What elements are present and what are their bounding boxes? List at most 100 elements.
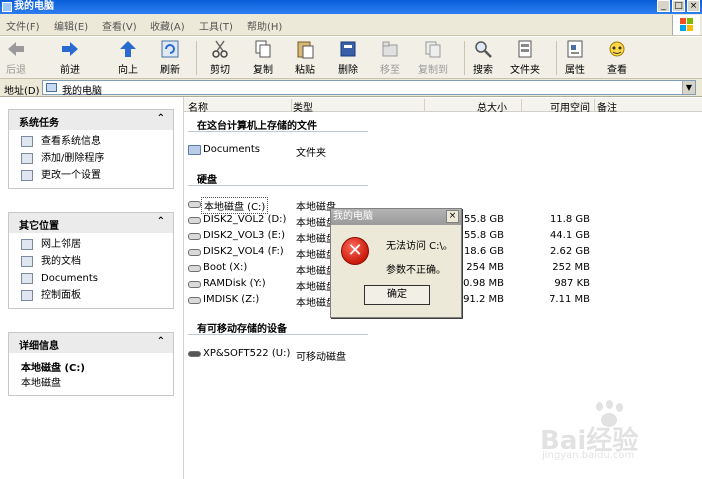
group-removable: 有可移动存储的设备: [197, 324, 287, 335]
place-my-documents[interactable]: 我的文档: [9, 253, 173, 270]
system-tasks-panel: 系统任务 ⌃ 查看系统信息 添加/删除程序 更改一个设置: [8, 109, 174, 189]
view-button[interactable]: 查看: [607, 39, 627, 76]
menu-favorites[interactable]: 收藏(A): [150, 18, 185, 33]
dialog-title: 我的电脑: [333, 211, 373, 222]
column-name[interactable]: 名称: [188, 99, 292, 114]
menu-file[interactable]: 文件(F): [6, 18, 40, 33]
column-type[interactable]: 类型: [293, 99, 425, 114]
place-control-panel[interactable]: 控制面板: [9, 287, 173, 304]
toolbar-separator: [196, 41, 197, 75]
details-type: 本地磁盘: [21, 378, 61, 389]
place-documents[interactable]: Documents: [9, 270, 173, 287]
up-arrow-icon: [118, 39, 138, 59]
hard-disk-icon: [188, 281, 201, 288]
menu-bar: 文件(F) 编辑(E) 查看(V) 收藏(A) 工具(T) 帮助(H): [0, 14, 702, 36]
maximize-button[interactable]: □: [672, 0, 685, 12]
back-button[interactable]: 后退: [6, 39, 26, 76]
baidu-watermark: Bai经验 jingyan.baidu.com: [540, 400, 680, 464]
copy-to-button[interactable]: 复制到: [418, 39, 448, 76]
paste-button[interactable]: 粘贴: [295, 39, 315, 76]
copy-button[interactable]: 复制: [253, 39, 273, 76]
refresh-button[interactable]: 刷新: [160, 39, 180, 76]
panel-header[interactable]: 详细信息 ⌃: [9, 333, 173, 353]
forward-button[interactable]: 前进: [60, 39, 80, 76]
move-to-button[interactable]: 移至: [380, 39, 400, 76]
properties-button[interactable]: 属性: [565, 39, 585, 76]
windows-flag-icon: [680, 18, 694, 32]
task-add-remove-programs[interactable]: 添加/删除程序: [9, 150, 173, 167]
toolbar: 后退 前进 向上 刷新 剪切 复制 粘贴 删除 移至 复制到 搜索 文件夹 属性…: [0, 37, 702, 79]
refresh-icon: [160, 39, 180, 59]
copy-icon: [253, 39, 273, 59]
cut-button[interactable]: 剪切: [210, 39, 230, 76]
control-panel-icon: [21, 290, 33, 301]
list-item[interactable]: Documents 文件夹: [188, 142, 608, 159]
search-button[interactable]: 搜索: [473, 39, 493, 76]
properties-icon: [565, 39, 585, 59]
group-divider: [188, 185, 368, 186]
group-divider: [188, 334, 368, 335]
up-button[interactable]: 向上: [118, 39, 138, 76]
address-label: 地址(D): [4, 86, 40, 97]
dialog-close-button[interactable]: ×: [446, 210, 459, 223]
place-network[interactable]: 网上邻居: [9, 236, 173, 253]
folders-button[interactable]: 文件夹: [510, 39, 540, 76]
minimize-button[interactable]: _: [657, 0, 670, 12]
hard-disk-icon: [188, 249, 201, 256]
windows-logo: [672, 15, 700, 35]
chevron-down-icon[interactable]: ▼: [682, 81, 695, 94]
folder-icon: [188, 145, 201, 155]
menu-tools[interactable]: 工具(T): [199, 18, 233, 33]
window-controls: _ □ ×: [657, 0, 700, 12]
hard-disk-icon: [188, 201, 201, 208]
dialog-title-bar: 我的电脑 ×: [331, 209, 461, 225]
computer-icon: [46, 83, 57, 92]
other-places-panel: 其它位置 ⌃ 网上邻居 我的文档 Documents 控制面板: [8, 212, 174, 309]
details-name: 本地磁盘 (C:): [21, 363, 85, 374]
address-field[interactable]: 我的电脑 ▼: [42, 80, 696, 97]
collapse-chevron-icon[interactable]: ⌃: [157, 113, 165, 124]
task-change-setting[interactable]: 更改一个设置: [9, 167, 173, 184]
pane-divider: [183, 97, 184, 479]
ok-button[interactable]: 确定: [364, 285, 430, 305]
removable-row-u[interactable]: XP&SOFT522 (U:) 可移动磁盘: [188, 346, 608, 363]
column-note[interactable]: 备注: [597, 99, 677, 114]
add-remove-programs-icon: [21, 153, 33, 164]
back-arrow-icon: [6, 39, 26, 59]
group-divider: [188, 131, 368, 132]
delete-icon: [338, 39, 358, 59]
close-button[interactable]: ×: [687, 0, 700, 12]
error-dialog: 我的电脑 × ✕ 无法访问 C:\。 参数不正确。 确定: [330, 208, 462, 318]
address-bar: 地址(D) 我的电脑 ▼: [0, 79, 702, 97]
scissors-icon: [210, 39, 230, 59]
group-stored-files: 在这台计算机上存储的文件: [197, 121, 317, 132]
column-free-space[interactable]: 可用空间: [523, 99, 595, 114]
panel-header[interactable]: 系统任务 ⌃: [9, 110, 173, 130]
move-to-icon: [380, 39, 400, 59]
address-value: 我的电脑: [62, 86, 102, 97]
documents-icon: [21, 256, 33, 267]
folders-icon: [515, 39, 535, 59]
delete-button[interactable]: 删除: [338, 39, 358, 76]
task-pane: 系统任务 ⌃ 查看系统信息 添加/删除程序 更改一个设置 其它位置 ⌃ 网上邻居…: [0, 97, 183, 479]
toolbar-separator: [556, 41, 557, 75]
column-total-size[interactable]: 总大小: [426, 99, 522, 114]
dialog-message-line1: 无法访问 C:\。: [386, 241, 453, 252]
panel-header[interactable]: 其它位置 ⌃: [9, 213, 173, 233]
view-icon: [607, 39, 627, 59]
error-icon: ✕: [341, 237, 369, 265]
title-bar: 我的电脑 _ □ ×: [0, 0, 702, 14]
watermark-url: jingyan.baidu.com: [542, 450, 635, 461]
network-icon: [21, 239, 33, 250]
menu-edit[interactable]: 编辑(E): [54, 18, 88, 33]
window-title: 我的电脑: [14, 1, 54, 12]
details-panel: 详细信息 ⌃ 本地磁盘 (C:) 本地磁盘: [8, 332, 174, 396]
collapse-chevron-icon[interactable]: ⌃: [157, 216, 165, 227]
menu-help[interactable]: 帮助(H): [247, 18, 282, 33]
group-hard-disks: 硬盘: [197, 175, 217, 186]
task-view-system-info[interactable]: 查看系统信息: [9, 133, 173, 150]
hard-disk-icon: [188, 233, 201, 240]
collapse-chevron-icon[interactable]: ⌃: [157, 336, 165, 347]
menu-view[interactable]: 查看(V): [102, 18, 137, 33]
computer-icon: [2, 2, 12, 12]
